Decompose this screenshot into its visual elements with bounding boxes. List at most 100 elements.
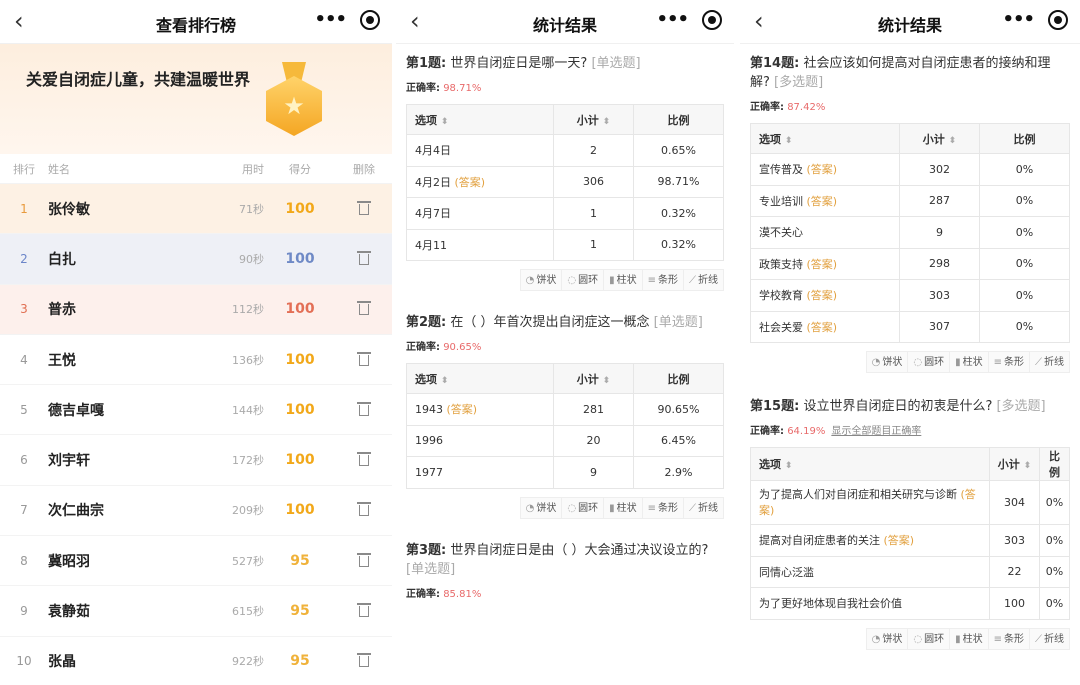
header-delete: 删除 [353, 162, 375, 176]
row-score: 95 [290, 653, 310, 670]
leaderboard-row: 6 刘宇轩 172秒 100 [0, 435, 392, 486]
row-score: 100 [285, 351, 315, 368]
chart-type-button[interactable]: ▮ 柱状 [603, 496, 643, 519]
row-time: 136秒 [232, 353, 264, 367]
delete-button[interactable] [336, 651, 392, 671]
option-header[interactable]: 选项 ⬍ [750, 447, 990, 481]
chart-type-button[interactable]: ◌ 圆环 [561, 496, 605, 519]
chart-type-button[interactable]: ⟋ 折线 [1029, 627, 1070, 650]
answer-tag: (答案) [806, 257, 838, 271]
row-name: 刘宇轩 [48, 453, 90, 470]
leaderboard-row: 4 王悦 136秒 100 [0, 335, 392, 386]
count-header[interactable]: 小计 ⬍ [899, 123, 980, 154]
chart-type-button[interactable]: ⟋ 折线 [1029, 351, 1070, 373]
chart-type-button[interactable]: ▮ 柱状 [949, 351, 989, 373]
chart-type-button[interactable]: ≡ 条形 [987, 351, 1030, 373]
count-header[interactable]: 小计 ⬍ [989, 447, 1040, 481]
stats-screen-2: ‹ 统计结果 ••• 第14题: 社会应该如何提高对自闭症患者的接纳和理解? [… [740, 0, 1080, 685]
option-header[interactable]: 选项 ⬍ [406, 104, 554, 135]
option-header[interactable]: 选项 ⬍ [406, 363, 554, 394]
chart-type-button[interactable]: ◔ 饼状 [519, 496, 563, 519]
question-block: 第2题: 在（ ）年首次提出自闭症这一概念 [单选题] 正确率: 90.65% 选项… [396, 291, 734, 519]
table-row: 同情心泛滥 22 0% [750, 555, 1070, 588]
chart-type-button[interactable]: ▮ 柱状 [949, 627, 989, 650]
table-row: 政策支持 (答案) 298 0% [750, 247, 1070, 280]
chart-type-button[interactable]: ⟋ 折线 [683, 496, 724, 519]
bar-chart-icon: ▮ [609, 502, 615, 514]
chart-type-button[interactable]: ≡ 条形 [641, 496, 684, 519]
trash-icon [357, 199, 371, 215]
row-score: 95 [290, 552, 310, 569]
table-row: 1996 20 6.45% [406, 424, 724, 457]
line-chart-icon: ⟋ [689, 275, 696, 286]
row-chart-icon: ≡ [647, 502, 656, 514]
row-time: 172秒 [232, 454, 264, 468]
leaderboard-row: 3 普赤 112秒 100 [0, 284, 392, 335]
close-target-icon[interactable] [360, 10, 380, 30]
ratio-header: 比例 [1039, 447, 1070, 481]
ratio-header: 比例 [633, 363, 724, 394]
header-time: 用时 [242, 162, 264, 176]
show-all-accuracy-link[interactable]: 显示全部题目正确率 [831, 426, 921, 437]
delete-button[interactable] [336, 299, 392, 319]
sort-icon: ⬍ [602, 116, 611, 127]
chart-type-button[interactable]: ◌ 圆环 [907, 351, 951, 373]
count-header[interactable]: 小计 ⬍ [553, 363, 634, 394]
medal-icon: ★ [266, 62, 322, 136]
close-target-icon[interactable] [702, 10, 722, 30]
row-name: 次仁曲宗 [48, 503, 104, 520]
chart-type-button[interactable]: ◔ 饼状 [865, 351, 909, 373]
close-target-icon[interactable] [1048, 10, 1068, 30]
chart-toolbar: ◔ 饼状 ◌ 圆环 ▮ 柱状 ≡ 条形 ⟋ 折线 [750, 351, 1070, 373]
chart-type-button[interactable]: ≡ 条形 [641, 269, 684, 291]
question-title: 第2题: 在（ ）年首次提出自闭症这一概念 [单选题] [406, 315, 703, 330]
capsule-menu: ••• [314, 10, 380, 30]
more-dots-icon[interactable]: ••• [314, 10, 347, 30]
ring-chart-icon: ◌ [567, 502, 577, 514]
capsule-menu: ••• [656, 10, 722, 30]
count-header[interactable]: 小计 ⬍ [553, 104, 634, 135]
row-time: 615秒 [232, 605, 264, 619]
ratio-header: 比例 [633, 104, 724, 135]
table-row: 为了更好地体现自我社会价值 100 0% [750, 587, 1070, 620]
chart-type-button[interactable]: ≡ 条形 [987, 627, 1030, 650]
delete-button[interactable] [336, 450, 392, 470]
chart-type-button[interactable]: ◔ 饼状 [519, 269, 563, 291]
answer-tag: (答案) [446, 403, 478, 417]
nav-bar: ‹ 查看排行榜 ••• [0, 0, 392, 44]
sort-icon: ⬍ [1023, 461, 1032, 471]
chart-type-button[interactable]: ◌ 圆环 [907, 627, 951, 650]
pie-chart-icon: ◔ [871, 357, 881, 368]
sort-icon: ⬍ [440, 116, 449, 127]
leaderboard-list: 1 张伶敏 71秒 100 2 白扎 90秒 100 3 普赤 112秒 100 4 王悦 136秒 100 5… [0, 184, 392, 685]
delete-button[interactable] [336, 551, 392, 571]
question-type: [单选题] [591, 56, 641, 71]
chart-type-button[interactable]: ▮ 柱状 [603, 269, 643, 291]
delete-button[interactable] [336, 400, 392, 420]
chart-type-button[interactable]: ⟋ 折线 [683, 269, 724, 291]
bar-chart-icon: ▮ [955, 357, 961, 368]
sort-icon: ⬍ [602, 375, 611, 386]
row-score: 100 [285, 200, 315, 217]
delete-button[interactable] [336, 249, 392, 269]
trash-icon [357, 350, 371, 366]
bar-chart-icon: ▮ [955, 633, 961, 645]
question-block: 第14题: 社会应该如何提高对自闭症患者的接纳和理解? [多选题] 正确率: 87… [740, 44, 1080, 373]
table-row: 4月4日 2 0.65% [406, 134, 724, 167]
chart-type-button[interactable]: ◌ 圆环 [561, 269, 605, 291]
capsule-menu: ••• [1002, 10, 1068, 30]
question-title: 第15题: 设立世界自闭症日的初衷是什么? [多选题] [750, 399, 1046, 414]
more-dots-icon[interactable]: ••• [1002, 10, 1035, 30]
table-row: 专业培训 (答案) 287 0% [750, 184, 1070, 217]
delete-button[interactable] [336, 199, 392, 219]
chart-type-button[interactable]: ◔ 饼状 [865, 627, 909, 650]
delete-button[interactable] [336, 350, 392, 370]
option-header[interactable]: 选项 ⬍ [750, 123, 900, 154]
row-rank: 7 [20, 503, 28, 518]
delete-button[interactable] [336, 500, 392, 520]
delete-button[interactable] [336, 601, 392, 621]
answer-tag: (答案) [806, 320, 838, 334]
more-dots-icon[interactable]: ••• [656, 10, 689, 30]
result-table: 选项 ⬍ 小计 ⬍ 比例为了提高人们对自闭症和相关研究与诊断 (答案) 304 0% 提高… [750, 447, 1070, 620]
leaderboard-header: 排行 姓名 用时 得分 删除 [0, 154, 392, 184]
